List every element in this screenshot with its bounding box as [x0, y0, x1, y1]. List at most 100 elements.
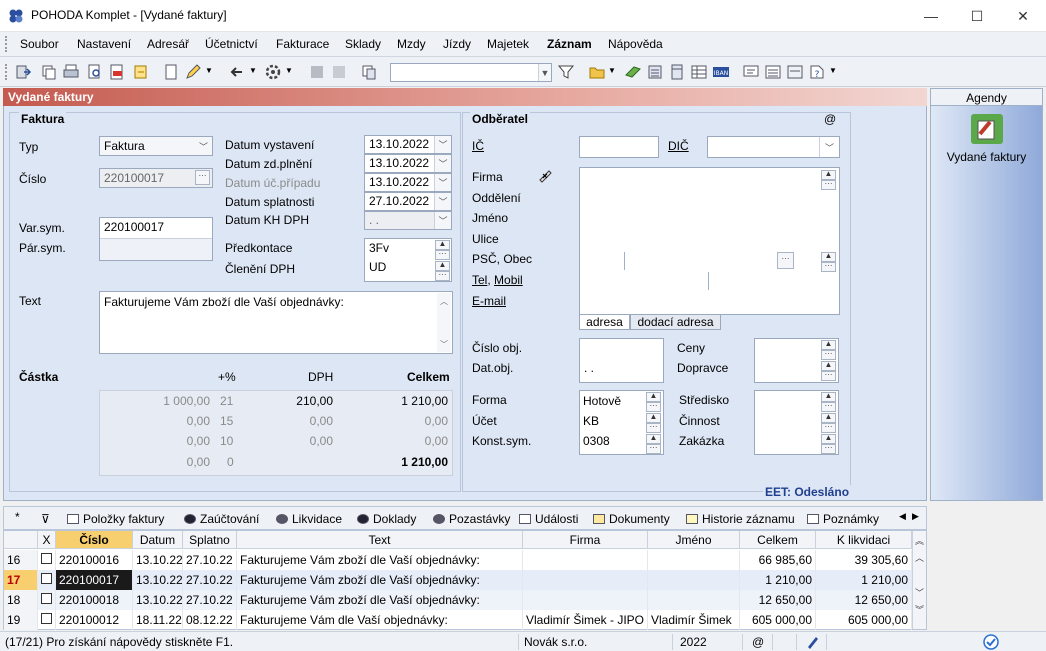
- datum-vystaveni-field[interactable]: 13.10.2022 ﹀: [364, 135, 452, 154]
- tab-polozky-faktury[interactable]: Položky faktury: [67, 512, 164, 526]
- ic-field[interactable]: [579, 136, 659, 158]
- row-checkbox[interactable]: [38, 610, 56, 630]
- row-checkbox[interactable]: [38, 590, 56, 610]
- pdf-icon[interactable]: [108, 63, 126, 81]
- calendar-icon[interactable]: [668, 63, 686, 81]
- document-icon[interactable]: [786, 63, 804, 81]
- menu-nastaveni[interactable]: Nastavení: [77, 37, 131, 51]
- check-ok-icon[interactable]: [983, 634, 999, 650]
- money-icon[interactable]: [624, 63, 642, 81]
- cleneni-more-button[interactable]: ···: [435, 271, 450, 281]
- cislo-more-button[interactable]: ···: [195, 170, 210, 185]
- psc-more-button[interactable]: ···: [777, 252, 794, 269]
- tab-star[interactable]: *: [15, 510, 20, 524]
- edit-dropdown-icon[interactable]: ▼: [205, 66, 213, 75]
- castka-row3-dph[interactable]: 0,00: [253, 434, 333, 448]
- grid-header-cislo[interactable]: Číslo: [56, 531, 133, 549]
- predkontace-more-button[interactable]: ···: [435, 250, 450, 260]
- at-sign-icon[interactable]: @: [824, 112, 836, 126]
- iban-icon[interactable]: IBAN: [712, 63, 730, 81]
- firma-more-button[interactable]: ···: [821, 180, 836, 190]
- list-icon[interactable]: [764, 63, 782, 81]
- message-icon[interactable]: [742, 63, 760, 81]
- scroll-down-icon[interactable]: ﹀: [913, 586, 926, 599]
- grid-vertical-scrollbar[interactable]: ︽ ︿ ﹀ ︾: [912, 531, 926, 629]
- grid-header-k-likvidaci[interactable]: K likvidaci: [816, 531, 912, 549]
- tab-likvidace[interactable]: Likvidace: [276, 512, 342, 526]
- chevron-down-icon[interactable]: ﹀: [434, 193, 451, 210]
- menu-zaznam[interactable]: Záznam: [547, 37, 592, 51]
- preview-icon[interactable]: [86, 63, 104, 81]
- forma-more-button[interactable]: ···: [646, 402, 661, 412]
- clear-address-icon[interactable]: [537, 168, 553, 184]
- new-record-icon[interactable]: [162, 63, 180, 81]
- grid-header-text[interactable]: Text: [237, 531, 523, 549]
- tab-adresa[interactable]: adresa: [579, 315, 630, 330]
- castka-row2-base[interactable]: 0,00: [130, 414, 210, 428]
- datum-splat-field[interactable]: 27.10.2022 ﹀: [364, 192, 452, 211]
- castka-row2-dph[interactable]: 0,00: [253, 414, 333, 428]
- tab-dokumenty[interactable]: Dokumenty: [593, 512, 670, 526]
- datum-kh-field[interactable]: . . ﹀: [364, 211, 452, 230]
- tel-link[interactable]: Tel: [472, 273, 487, 287]
- tab-zauctovani[interactable]: Zaúčtování: [184, 512, 259, 526]
- table-row[interactable]: 18 220100018 13.10.22 27.10.22 Fakturuje…: [4, 590, 912, 610]
- chevron-down-icon[interactable]: ﹀: [434, 174, 451, 191]
- settings-dropdown-icon[interactable]: ▼: [285, 66, 293, 75]
- ic-link[interactable]: IČ: [472, 139, 484, 153]
- castka-row4-base[interactable]: 0,00: [130, 455, 210, 469]
- scroll-bottom-icon[interactable]: ︾: [913, 603, 926, 616]
- zakazka-more-button[interactable]: ···: [821, 444, 836, 454]
- menu-mzdy[interactable]: Mzdy: [397, 37, 426, 51]
- tab-dodaci-adresa[interactable]: dodací adresa: [630, 315, 721, 330]
- chevron-down-icon[interactable]: ▼: [538, 64, 551, 81]
- text-field[interactable]: Fakturujeme Vám zboží dle Vaší objednávk…: [99, 291, 453, 354]
- chevron-down-icon[interactable]: ﹀: [434, 212, 451, 229]
- castka-row1-base[interactable]: 1 000,00: [130, 394, 210, 408]
- table-icon[interactable]: [690, 63, 708, 81]
- help-icon[interactable]: ?: [808, 63, 826, 81]
- row-checkbox[interactable]: [38, 550, 56, 570]
- tab-udalosti[interactable]: Události: [519, 512, 578, 526]
- filter-icon[interactable]: [557, 63, 575, 81]
- scroll-top-icon[interactable]: ︽: [913, 534, 926, 547]
- email-link[interactable]: E-mail: [472, 294, 506, 308]
- dopravce-more-button[interactable]: ···: [821, 371, 836, 381]
- grid-header-datum[interactable]: Datum: [133, 531, 183, 549]
- export-icon[interactable]: [132, 63, 150, 81]
- back-dropdown-icon[interactable]: ▼: [249, 66, 257, 75]
- mobil-link[interactable]: Mobil: [494, 273, 523, 287]
- typ-select[interactable]: Faktura ﹀: [99, 136, 213, 156]
- minimize-button[interactable]: —: [908, 0, 954, 32]
- status-email-icon[interactable]: @: [752, 635, 764, 649]
- settings-gear-icon[interactable]: [264, 63, 282, 81]
- table-row-selected[interactable]: 17 220100017 13.10.22 27.10.22 Fakturuje…: [4, 570, 912, 590]
- menu-adresar[interactable]: Adresář: [147, 37, 189, 51]
- menu-fakturace[interactable]: Fakturace: [276, 37, 329, 51]
- psc-more2-button[interactable]: ···: [821, 262, 836, 272]
- ucet-more-button[interactable]: ···: [646, 423, 661, 433]
- stredisko-more-button[interactable]: ···: [821, 402, 836, 412]
- calculator-icon[interactable]: [646, 63, 664, 81]
- castka-row3-base[interactable]: 0,00: [130, 434, 210, 448]
- datum-zd-field[interactable]: 13.10.2022 ﹀: [364, 154, 452, 173]
- edit-icon[interactable]: [184, 63, 202, 81]
- maximize-button[interactable]: ☐: [954, 0, 1000, 32]
- cislo-obj-field[interactable]: . .: [579, 338, 664, 383]
- vydane-faktury-icon[interactable]: [969, 112, 1005, 146]
- dic-link[interactable]: DIČ: [668, 139, 689, 153]
- menu-majetek[interactable]: Majetek: [487, 37, 529, 51]
- cinnost-more-button[interactable]: ···: [821, 423, 836, 433]
- datum-uc-field[interactable]: 13.10.2022 ﹀: [364, 173, 452, 192]
- tab-historie-zaznamu[interactable]: Historie záznamu: [686, 512, 795, 526]
- dic-field[interactable]: ﹀: [707, 136, 840, 158]
- folder-icon[interactable]: [588, 63, 606, 81]
- parsym-field[interactable]: [100, 238, 212, 260]
- grid-header-celkem[interactable]: Celkem: [740, 531, 816, 549]
- chevron-down-icon[interactable]: ﹀: [434, 155, 451, 172]
- grid-header-jmeno[interactable]: Jméno: [648, 531, 740, 549]
- duplicate-icon[interactable]: [360, 63, 378, 81]
- toolbar-search-combo[interactable]: ▼: [390, 63, 552, 82]
- ceny-more-button[interactable]: ···: [821, 350, 836, 360]
- agendy-item-vydane-faktury[interactable]: Vydané faktury: [934, 150, 1039, 164]
